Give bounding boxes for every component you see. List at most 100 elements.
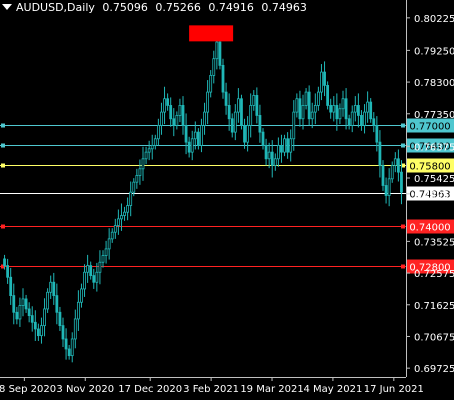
candle-body — [332, 105, 336, 113]
y-tick-label: 0.79250 — [414, 46, 454, 57]
candle-body — [270, 151, 274, 166]
low-price: 0.74916 — [208, 1, 254, 14]
candle-body — [141, 158, 145, 170]
candle-body — [49, 281, 53, 293]
candle-body — [273, 158, 277, 166]
candle-body — [116, 218, 120, 226]
y-tick-label: 0.78300 — [414, 78, 454, 89]
candle-body — [224, 91, 228, 106]
y-tick-label: 0.69725 — [414, 364, 454, 375]
candle-body — [356, 105, 360, 116]
y-tick-label: 0.72575 — [414, 269, 454, 280]
level-handle[interactable] — [401, 123, 405, 128]
candle-body — [227, 105, 231, 120]
candle-body — [89, 265, 93, 276]
candle-body — [301, 105, 305, 120]
candle-body — [52, 281, 56, 296]
collapse-arrow-icon[interactable] — [2, 4, 12, 10]
candle-body — [396, 158, 400, 173]
candle-body — [366, 101, 370, 113]
candle-body — [46, 291, 50, 310]
candle-body — [393, 158, 397, 166]
candle-body — [264, 145, 268, 160]
candle-body — [240, 98, 243, 126]
y-tick-label: 0.70675 — [414, 332, 454, 343]
candle-body — [6, 265, 10, 278]
candle-body — [310, 111, 314, 120]
candle-body — [196, 131, 200, 146]
level-handle[interactable] — [1, 143, 5, 148]
level-handle[interactable] — [1, 123, 5, 128]
candle-body — [252, 95, 256, 106]
candle-body — [350, 111, 354, 126]
candle-body — [206, 91, 210, 113]
chart-header: AUDUSD,Daily 0.75096 0.75266 0.74916 0.7… — [2, 1, 311, 14]
level-handle[interactable] — [401, 224, 405, 229]
candle-body — [400, 171, 403, 193]
candle-body — [246, 125, 250, 143]
candle-body — [107, 238, 111, 250]
candle-body — [110, 231, 114, 240]
candle-body — [276, 145, 280, 160]
candle-body — [187, 141, 191, 153]
candle-body — [15, 311, 19, 320]
candle-body — [181, 105, 185, 126]
candle-body — [369, 101, 373, 120]
candle-body — [24, 298, 28, 310]
open-price: 0.75096 — [102, 1, 148, 14]
candle-body — [243, 125, 246, 143]
candle-body — [126, 205, 130, 213]
candle-body — [135, 175, 139, 183]
candle-body — [160, 111, 163, 126]
candle-body — [329, 105, 333, 113]
candle-body — [9, 276, 13, 296]
candle-body — [261, 131, 265, 146]
candle-body — [347, 118, 351, 126]
candle-body — [73, 318, 77, 340]
candle-body — [184, 125, 188, 143]
price-chart[interactable]: 0.770000.764000.758000.749630.740000.728… — [0, 0, 454, 400]
level-handle[interactable] — [401, 143, 405, 148]
candle-body — [326, 85, 330, 106]
candle-body — [280, 145, 283, 153]
candle-body — [335, 105, 339, 120]
candle-body — [215, 41, 219, 60]
candle-body — [101, 255, 105, 263]
level-handle[interactable] — [1, 224, 5, 229]
candle-body — [175, 115, 179, 126]
candle-body — [258, 115, 262, 133]
candle-body — [172, 118, 176, 126]
candle-body — [221, 64, 225, 93]
x-tick-label: 18 Sep 2020 — [0, 384, 56, 395]
y-tick-label: 0.71625 — [414, 301, 454, 312]
candle-body — [144, 151, 148, 160]
candle-body — [390, 165, 394, 180]
candle-body — [80, 288, 83, 303]
candle-body — [289, 138, 293, 153]
candle-body — [344, 98, 348, 120]
candle-body — [83, 271, 86, 290]
candle-body — [360, 115, 363, 126]
candle-body — [43, 308, 46, 327]
symbol-label: AUDUSD,Daily — [16, 1, 95, 14]
candle-body — [203, 111, 206, 126]
level-handle[interactable] — [1, 163, 5, 168]
candle-body — [267, 151, 271, 160]
y-tick-label: 0.75425 — [414, 174, 454, 185]
candle-body — [27, 308, 31, 317]
candle-body — [316, 91, 320, 106]
candle-body — [375, 125, 379, 143]
x-tick-label: 17 Dec 2020 — [118, 384, 182, 395]
candle-body — [381, 165, 385, 186]
candle-body — [104, 248, 108, 256]
level-handle[interactable] — [401, 264, 405, 269]
candle-body — [30, 315, 34, 323]
candle-body — [178, 105, 182, 116]
candle-body — [132, 181, 136, 193]
y-tick-label: 0.77350 — [414, 110, 454, 121]
price-level-label: 0.74000 — [409, 223, 450, 234]
candle-body — [70, 338, 74, 357]
candle-body — [190, 138, 194, 153]
candle-body — [283, 138, 286, 153]
candle-body — [86, 265, 90, 273]
